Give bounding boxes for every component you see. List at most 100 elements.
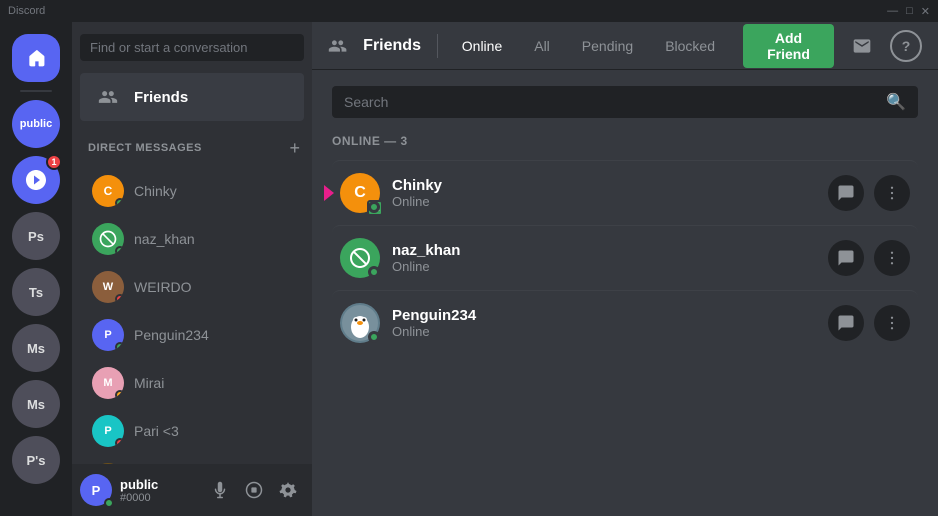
friend-status-penguin234: Online [392, 324, 828, 339]
user-bar: P public #0000 [72, 464, 312, 516]
message-chinky-button[interactable] [828, 175, 864, 211]
status-pari [115, 438, 124, 447]
friend-info-naz-khan: naz_khan Online [392, 242, 828, 274]
server-public[interactable]: public [12, 100, 60, 148]
deafen-button[interactable] [238, 474, 270, 506]
tab-online[interactable]: Online [454, 34, 510, 58]
friend-actions-penguin234 [828, 305, 910, 341]
help-button[interactable]: ? [890, 30, 922, 62]
status-weirdo [115, 294, 124, 303]
dm-name-weirdo: WEIRDO [134, 279, 192, 295]
settings-button[interactable] [272, 474, 304, 506]
friend-actions-chinky [828, 175, 910, 211]
avatar-pari: P [92, 415, 124, 447]
friends-nav-item[interactable]: Friends [80, 73, 304, 121]
friends-label: Friends [134, 89, 188, 106]
server-1[interactable]: 1 [12, 156, 60, 204]
avatar-penguin234: P [92, 319, 124, 351]
dm-search-input[interactable] [80, 34, 304, 61]
friend-actions-naz-khan [828, 240, 910, 276]
dm-list-title: DIRECT MESSAGES [88, 142, 202, 154]
friend-info-penguin234: Penguin234 Online [392, 307, 828, 339]
server-ms1[interactable]: Ms [12, 324, 60, 372]
friends-search-input[interactable] [332, 86, 918, 118]
search-wrapper: 🔍 [332, 86, 918, 118]
titlebar: Discord — □ ✕ [0, 0, 938, 22]
topbar: Friends Online All Pending Blocked Add F… [312, 22, 938, 70]
dm-item-weirdo[interactable]: W WEIRDO [80, 263, 304, 311]
dm-item-penguin234[interactable]: P Penguin234 [80, 311, 304, 359]
friend-status-naz-khan: Online [392, 259, 828, 274]
friend-row-chinky[interactable]: C Chinky Online [332, 160, 918, 225]
server-sidebar: public 1 Ps Ts Ms Ms P's [0, 22, 72, 516]
close-button[interactable]: ✕ [921, 5, 930, 18]
friends-content: 🔍 ONLINE — 3 C Chinky [312, 70, 938, 516]
dm-name-chinky: Chinky [134, 183, 177, 199]
dm-item-mirai[interactable]: M Mirai [80, 359, 304, 407]
online-section-header: ONLINE — 3 [332, 134, 918, 148]
friend-status-chinky: Online [392, 194, 828, 209]
minimize-button[interactable]: — [887, 5, 898, 18]
message-naz-khan-button[interactable] [828, 240, 864, 276]
dm-sidebar: Friends DIRECT MESSAGES + C Chinky [72, 22, 312, 516]
dm-list-header: DIRECT MESSAGES + [72, 121, 312, 163]
dm-add-button[interactable]: + [285, 137, 304, 159]
friends-icon [92, 81, 124, 113]
friend-avatar-naz-khan [340, 238, 380, 278]
avatar-chinky: C [92, 175, 124, 207]
more-chinky-button[interactable] [874, 175, 910, 211]
dm-item-chinky[interactable]: C Chinky [80, 167, 304, 215]
message-penguin234-button[interactable] [828, 305, 864, 341]
avatar-mirai: M [92, 367, 124, 399]
friend-name-penguin234: Penguin234 [392, 307, 828, 324]
friend-name-chinky: Chinky [392, 177, 828, 194]
friend-avatar-chinky: C [340, 173, 380, 213]
status-naz-khan [115, 246, 124, 255]
user-status-dot [104, 498, 114, 508]
dm-search-bar [72, 22, 312, 73]
chinky-status-dot [368, 201, 380, 213]
server-divider [20, 90, 52, 92]
friend-info-chinky: Chinky Online [392, 177, 828, 209]
tab-blocked[interactable]: Blocked [657, 34, 723, 58]
dm-name-pari: Pari <3 [134, 423, 179, 439]
friend-row-penguin234[interactable]: Penguin234 Online [332, 290, 918, 355]
maximize-button[interactable]: □ [906, 5, 913, 18]
dm-item-craig[interactable]: Craig Listening to your conversations [80, 455, 304, 464]
user-info: public #0000 [120, 477, 196, 504]
status-mirai [115, 390, 124, 399]
inbox-button[interactable] [850, 34, 874, 58]
titlebar-controls[interactable]: — □ ✕ [887, 5, 930, 18]
dm-item-pari[interactable]: P Pari <3 [80, 407, 304, 455]
topbar-friends-icon [328, 34, 347, 58]
server-ps2[interactable]: P's [12, 436, 60, 484]
friend-avatar-penguin234 [340, 303, 380, 343]
server-1-badge: 1 [46, 154, 62, 170]
user-avatar: P [80, 474, 112, 506]
user-tag: #0000 [120, 492, 196, 504]
dm-name-mirai: Mirai [134, 375, 164, 391]
server-ps[interactable]: Ps [12, 212, 60, 260]
server-public-label: public [20, 118, 52, 130]
tab-all[interactable]: All [526, 34, 558, 58]
chinky-arrow-indicator [324, 185, 334, 201]
add-friend-button[interactable]: Add Friend [743, 24, 834, 68]
dm-name-naz-khan: naz_khan [134, 231, 195, 247]
more-naz-khan-button[interactable] [874, 240, 910, 276]
more-penguin234-button[interactable] [874, 305, 910, 341]
username: public [120, 477, 196, 492]
friend-row-naz-khan[interactable]: naz_khan Online [332, 225, 918, 290]
server-home[interactable] [12, 34, 60, 82]
tab-pending[interactable]: Pending [574, 34, 641, 58]
dm-item-naz-khan[interactable]: naz_khan [80, 215, 304, 263]
mute-button[interactable] [204, 474, 236, 506]
topbar-divider [437, 34, 438, 58]
server-ts[interactable]: Ts [12, 268, 60, 316]
server-ms2[interactable]: Ms [12, 380, 60, 428]
titlebar-title: Discord [8, 5, 45, 17]
topbar-friends-label: Friends [363, 37, 421, 55]
status-penguin234 [115, 342, 124, 351]
user-avatar-text: P [92, 483, 101, 498]
friend-name-naz-khan: naz_khan [392, 242, 828, 259]
topbar-right: ? [850, 30, 922, 62]
